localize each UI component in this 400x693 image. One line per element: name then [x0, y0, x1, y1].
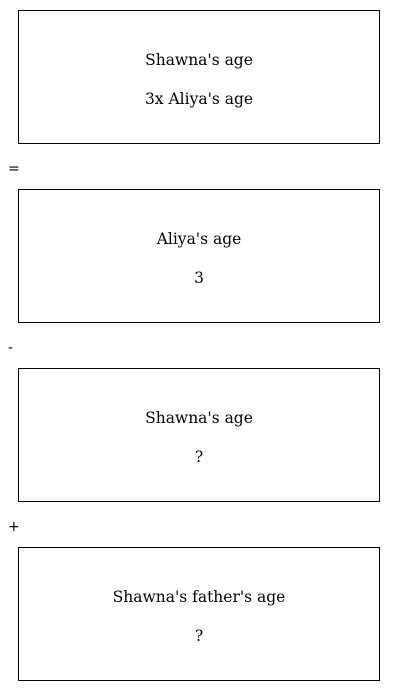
box-aliya-age: Aliya's age 3 — [18, 189, 380, 323]
box-value: 3x Aliya's age — [144, 90, 254, 108]
box-label: Shawna's father's age — [112, 588, 286, 606]
box-shawna-age-definition: Shawna's age 3x Aliya's age — [18, 10, 380, 144]
equals-operator: = — [8, 161, 20, 177]
box-value: ? — [194, 448, 204, 466]
box-value: ? — [194, 627, 204, 645]
box-label: Aliya's age — [156, 230, 242, 248]
minus-operator: - — [8, 340, 14, 356]
box-label: Shawna's age — [145, 51, 253, 69]
box-shawna-age: Shawna's age ? — [18, 368, 380, 502]
plus-operator: + — [8, 519, 20, 535]
box-shawna-father-age: Shawna's father's age ? — [18, 547, 380, 681]
box-label: Shawna's age — [145, 409, 253, 427]
box-value: 3 — [194, 269, 204, 287]
